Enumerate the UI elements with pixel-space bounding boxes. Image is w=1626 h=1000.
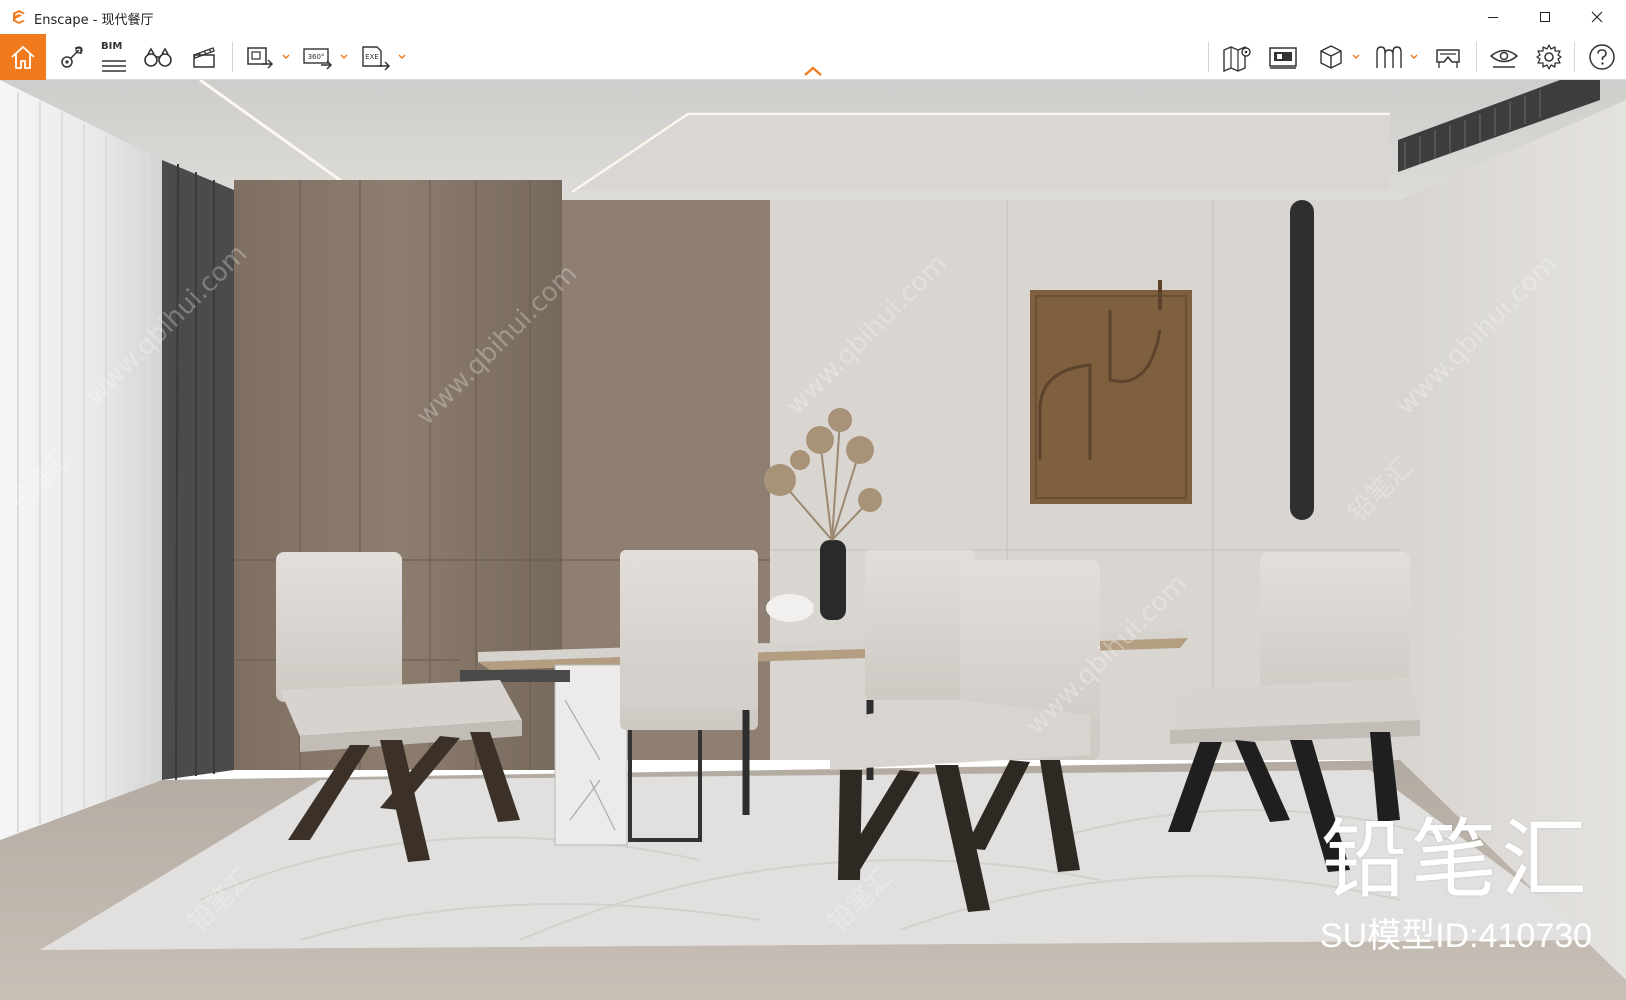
visibility-button[interactable] (1484, 34, 1524, 80)
enscape-window: Enscape - 现代餐厅 BIM 360° EXE 铅笔汇 www.qbih… (0, 0, 1626, 1000)
asset-library-button[interactable] (1370, 34, 1408, 80)
vr-headset-icon (1436, 49, 1460, 68)
exe-export-button[interactable]: EXE (358, 34, 394, 80)
chevron-down-icon[interactable] (1352, 54, 1360, 60)
settings-icon (1536, 44, 1562, 70)
help-icon (1589, 44, 1615, 70)
binoculars-icon (144, 47, 172, 67)
watermark-model-id: SU模型ID:410730 (1319, 917, 1593, 955)
toolbar-separator (1574, 42, 1575, 72)
bim-button[interactable]: BIM (96, 34, 132, 80)
minimize-icon (1488, 17, 1498, 18)
chevron-down-icon[interactable] (398, 54, 406, 60)
bim-label: BIM (101, 41, 123, 52)
map-icon (1223, 45, 1251, 72)
panorama-export-icon: 360° (303, 48, 333, 70)
map-button[interactable] (1218, 34, 1256, 80)
chevron-down-icon[interactable] (340, 54, 348, 60)
video-editor-button[interactable] (186, 34, 222, 80)
chevron-down-icon[interactable] (1410, 54, 1418, 60)
toolbar-separator (1476, 42, 1477, 72)
presentation-icon (1269, 47, 1297, 69)
views-button[interactable] (54, 34, 90, 80)
help-button[interactable] (1582, 34, 1622, 80)
exe-export-icon: EXE (362, 46, 391, 71)
toolbar-separator (232, 42, 233, 72)
render-viewport[interactable]: 铅笔汇 www.qbihui.com www.qbihui.com www.qb… (0, 80, 1626, 1000)
maximize-button[interactable] (1522, 0, 1568, 34)
vr-headset-button[interactable] (1428, 34, 1468, 80)
home-button[interactable] (0, 34, 46, 80)
panorama-label: 360° (308, 53, 325, 61)
watermark-brand-large: 铅笔汇 (1321, 810, 1591, 910)
maximize-icon (1540, 12, 1550, 22)
settings-button[interactable] (1530, 34, 1568, 80)
screenshot-export-button[interactable] (242, 34, 278, 80)
asset-library-icon (1376, 46, 1402, 68)
object-button[interactable] (1312, 34, 1350, 80)
presentation-button[interactable] (1264, 34, 1302, 80)
screenshot-export-icon (247, 47, 274, 69)
clapperboard-icon (193, 47, 215, 68)
title-bar[interactable]: Enscape - 现代餐厅 (0, 0, 1626, 34)
toolbar-separator (1208, 42, 1209, 72)
exe-label: EXE (365, 53, 379, 61)
home-icon (11, 46, 35, 69)
visibility-icon (1489, 49, 1519, 68)
close-button[interactable] (1574, 0, 1620, 34)
chevron-down-icon[interactable] (282, 54, 290, 60)
cube-icon (1320, 45, 1342, 69)
binoculars-button[interactable] (140, 34, 176, 80)
window-title: Enscape - 现代餐厅 (34, 13, 154, 28)
collapse-toolbar-chevron-up-icon[interactable] (801, 64, 825, 78)
panorama-export-button[interactable]: 360° (300, 34, 336, 80)
minimize-button[interactable] (1470, 0, 1516, 34)
enscape-logo-icon (13, 10, 25, 24)
views-icon (61, 46, 83, 68)
close-icon (1591, 11, 1603, 23)
